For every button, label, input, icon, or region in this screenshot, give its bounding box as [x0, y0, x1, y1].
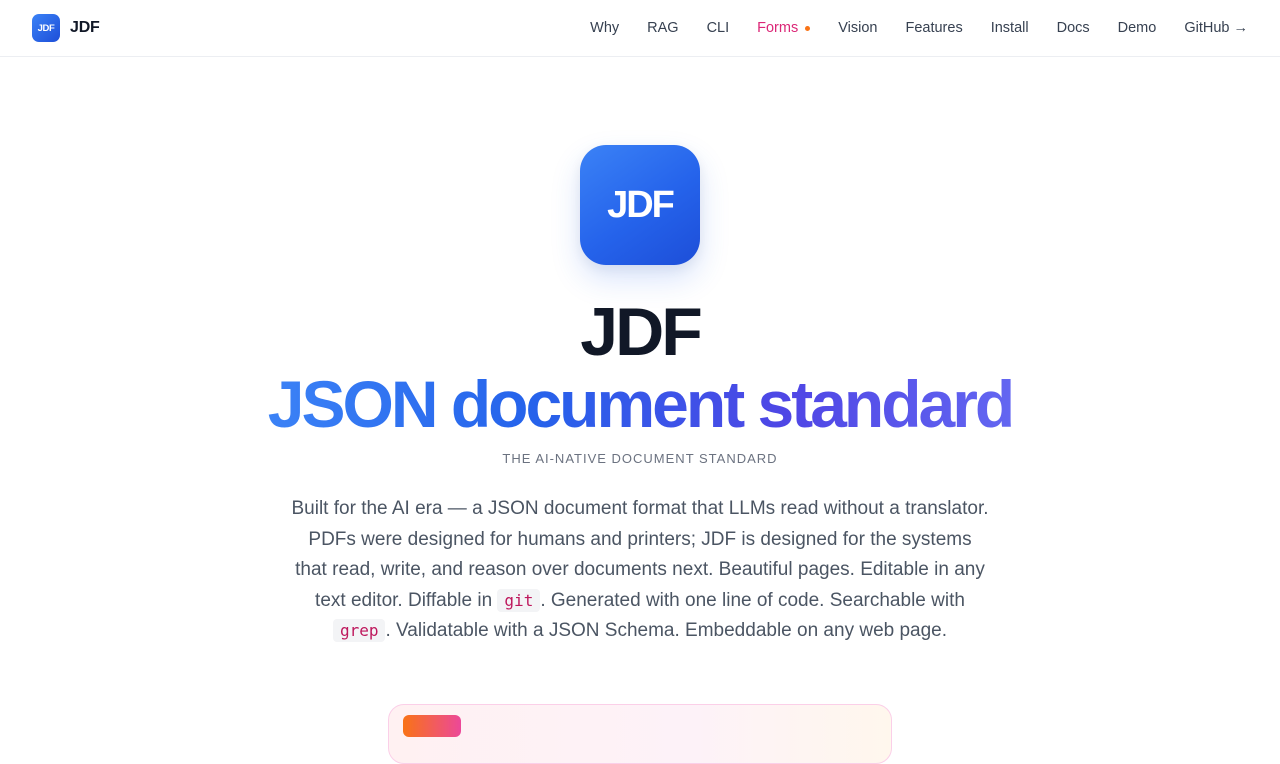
nav-link-vision[interactable]: Vision: [838, 20, 877, 36]
top-navbar: JDF JDF Why RAG CLI Forms Vision Feature…: [0, 0, 1280, 57]
jdf-logo-icon: JDF: [32, 14, 60, 42]
banner-chip: [403, 715, 461, 737]
nav-link-cli[interactable]: CLI: [707, 20, 730, 36]
new-badge-dot-icon: [805, 25, 811, 31]
hero-kicker: THE AI-NATIVE DOCUMENT STANDARD: [502, 451, 778, 466]
nav-link-docs[interactable]: Docs: [1057, 20, 1090, 36]
nav-link-forms-label: Forms: [757, 20, 799, 36]
brand-home-link[interactable]: JDF JDF: [32, 14, 100, 42]
nav-link-demo[interactable]: Demo: [1118, 20, 1157, 36]
hero-subtitle: JSON document standard: [0, 362, 1280, 462]
nav-link-features[interactable]: Features: [905, 20, 962, 36]
announcement-banner[interactable]: [388, 704, 892, 764]
nav-link-rag[interactable]: RAG: [647, 20, 678, 36]
nav-link-install[interactable]: Install: [991, 20, 1029, 36]
nav-link-why[interactable]: Why: [590, 20, 619, 36]
code-git: git: [497, 588, 541, 612]
hero-description: Built for the AI era — a JSON document f…: [290, 494, 990, 647]
lede-text-3: . Validatable with a JSON Schema. Embedd…: [385, 620, 948, 641]
nav-link-forms[interactable]: Forms: [757, 20, 811, 36]
jdf-app-icon: JDF: [580, 145, 700, 265]
hero-subtitle-text: JSON document standard: [267, 367, 1015, 441]
main-nav: Why RAG CLI Forms Vision Features Instal…: [562, 0, 1248, 56]
brand-name: JDF: [70, 19, 100, 36]
lede-text-2: . Generated with one line of code. Searc…: [540, 589, 965, 611]
hero-title: JDF: [580, 294, 702, 370]
code-grep: grep: [332, 619, 386, 642]
nav-link-github[interactable]: GitHub →: [1184, 20, 1248, 36]
